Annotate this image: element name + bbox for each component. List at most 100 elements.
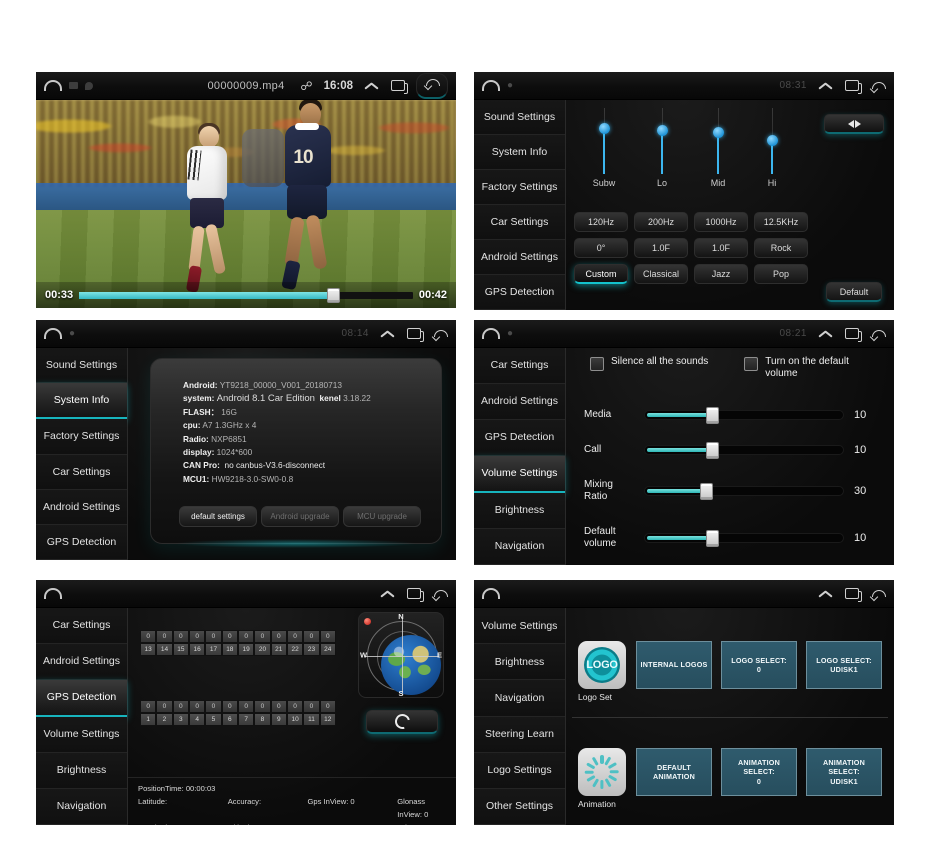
checkbox-box[interactable] — [744, 357, 759, 371]
sidebar-item-volume-settings[interactable]: Volume Settings — [474, 456, 565, 493]
volume-row-default-volume: Default volume 10 — [584, 526, 884, 550]
sidebar-item-volume-settings[interactable]: Volume Settings — [474, 608, 565, 645]
recents-icon[interactable] — [845, 328, 862, 342]
seek-handle[interactable] — [326, 287, 340, 303]
eq-handle[interactable] — [766, 135, 778, 146]
sidebar-item-brightness[interactable]: Brightness — [474, 644, 565, 681]
sidebar-item-android-settings[interactable]: Android Settings — [36, 644, 127, 680]
sidebar-item-car-settings[interactable]: Car Settings — [474, 205, 565, 240]
animation-preview-tile[interactable]: Animation — [578, 748, 626, 809]
animation-select-0-tile[interactable]: ANIMATION SELECT: 0 — [721, 748, 797, 797]
back-button[interactable] — [416, 72, 448, 99]
sidebar-item-factory-settings[interactable]: Factory Settings — [36, 419, 127, 455]
slider-handle[interactable] — [706, 529, 720, 547]
recents-icon[interactable] — [407, 588, 424, 602]
value-button-3[interactable]: 1.0F — [694, 238, 748, 258]
default-animation-tile[interactable]: DEFAULT ANIMATION — [636, 748, 712, 797]
recents-icon[interactable] — [845, 588, 862, 602]
sidebar-item-volume-settings[interactable]: Volume Settings — [36, 717, 127, 753]
sidebar-item-navigation[interactable]: Navigation — [474, 680, 565, 717]
home-icon[interactable] — [482, 588, 500, 599]
back-icon[interactable] — [870, 588, 886, 600]
home-icon[interactable] — [44, 588, 62, 599]
logo-select-udisk1-tile[interactable]: LOGO SELECT: UDISK1 — [806, 641, 882, 690]
chevron-up-icon[interactable] — [818, 81, 834, 91]
sidebar-item-android-settings[interactable]: Android Settings — [474, 384, 565, 420]
freq-button-1[interactable]: 120Hz — [574, 212, 628, 232]
eq-handle[interactable] — [656, 125, 668, 136]
sidebar-item-steering-learn[interactable]: Steering Learn — [474, 716, 565, 753]
chevron-up-icon[interactable] — [380, 589, 396, 599]
home-icon[interactable] — [44, 80, 62, 91]
preset-button-custom[interactable]: Custom — [574, 264, 628, 284]
sidebar-item-navigation[interactable]: Navigation — [474, 529, 565, 565]
video-surface[interactable]: 10 00:33 00:42 — [36, 100, 456, 308]
freq-button-3[interactable]: 1000Hz — [694, 212, 748, 232]
animation-select-udisk1-tile[interactable]: ANIMATION SELECT: UDISK1 — [806, 748, 882, 797]
back-icon[interactable] — [870, 80, 886, 92]
chevron-up-icon[interactable] — [818, 329, 834, 339]
sidebar-item-system-info[interactable]: System Info — [36, 383, 127, 420]
chevron-up-icon[interactable] — [364, 81, 380, 91]
sidebar-item-gps-detection[interactable]: GPS Detection — [36, 524, 127, 560]
home-icon[interactable] — [482, 328, 500, 339]
default-button[interactable]: Default — [826, 282, 882, 302]
freq-button-4[interactable]: 12.5KHz — [754, 212, 808, 232]
slider-handle[interactable] — [706, 407, 720, 425]
back-icon[interactable] — [870, 328, 886, 340]
eq-handle[interactable] — [598, 123, 610, 134]
media-volume-slider[interactable] — [644, 407, 844, 425]
sidebar-item-gps-detection[interactable]: GPS Detection — [36, 680, 127, 717]
checkbox-box[interactable] — [590, 357, 604, 371]
home-icon[interactable] — [44, 328, 62, 339]
recents-icon[interactable] — [845, 80, 862, 94]
back-icon[interactable] — [432, 588, 448, 600]
recents-icon[interactable] — [391, 80, 408, 94]
sidebar-item-logo-settings[interactable]: Logo Settings — [474, 752, 565, 789]
freq-button-2[interactable]: 200Hz — [634, 212, 688, 232]
chevron-up-icon[interactable] — [818, 589, 834, 599]
sidebar-item-car-settings[interactable]: Car Settings — [474, 348, 565, 384]
sidebar-item-brightness[interactable]: Brightness — [474, 493, 565, 529]
value-button-2[interactable]: 1.0F — [634, 238, 688, 258]
sidebar-item-android-settings[interactable]: Android Settings — [474, 240, 565, 275]
recents-icon[interactable] — [407, 328, 424, 342]
back-icon[interactable] — [432, 328, 448, 340]
mixing-ratio-slider[interactable] — [644, 482, 844, 500]
logo-select-0-tile[interactable]: LOGO SELECT: 0 — [721, 641, 797, 690]
value-button-1[interactable]: 0° — [574, 238, 628, 258]
sidebar-item-android-settings[interactable]: Android Settings — [36, 489, 127, 525]
default-settings-button[interactable]: default settings — [179, 506, 257, 527]
seek-slider[interactable] — [79, 287, 413, 303]
android-upgrade-button[interactable]: Android upgrade — [261, 506, 339, 527]
logo-preview-tile[interactable]: LOGO Logo Set — [578, 641, 626, 702]
sidebar-item-brightness[interactable]: Brightness — [36, 753, 127, 789]
default-volume-slider[interactable] — [644, 529, 844, 547]
sidebar-item-car-settings[interactable]: Car Settings — [36, 608, 127, 644]
sidebar-item-sound-settings[interactable]: Sound Settings — [36, 348, 127, 384]
preset-button-jazz[interactable]: Jazz — [694, 264, 748, 284]
chevron-up-icon[interactable] — [380, 329, 396, 339]
balance-button[interactable] — [824, 114, 884, 134]
eq-handle[interactable] — [712, 127, 724, 138]
call-volume-slider[interactable] — [644, 442, 844, 460]
internal-logos-tile[interactable]: INTERNAL LOGOS — [636, 641, 712, 690]
sidebar-item-navigation[interactable]: Navigation — [36, 789, 127, 825]
sidebar-item-gps-detection[interactable]: GPS Detection — [474, 420, 565, 456]
sidebar-item-sound-settings[interactable]: Sound Settings — [474, 100, 565, 135]
slider-handle[interactable] — [706, 442, 720, 460]
home-icon[interactable] — [482, 80, 500, 91]
preset-button-classical[interactable]: Classical — [634, 264, 688, 284]
refresh-button[interactable] — [366, 710, 438, 734]
sidebar-item-car-settings[interactable]: Car Settings — [36, 454, 127, 490]
preset-button-pop[interactable]: Pop — [754, 264, 808, 284]
sidebar-item-factory-settings[interactable]: Factory Settings — [474, 170, 565, 205]
sidebar-item-other-settings[interactable]: Other Settings — [474, 788, 565, 825]
sidebar-item-gps-detection[interactable]: GPS Detection — [474, 275, 565, 310]
slider-handle[interactable] — [700, 482, 714, 500]
mcu-upgrade-button[interactable]: MCU upgrade — [343, 506, 421, 527]
sidebar-item-system-info[interactable]: System Info — [474, 135, 565, 170]
value-button-4[interactable]: Rock — [754, 238, 808, 258]
checkbox-default-volume[interactable]: Turn on the default volume — [744, 356, 870, 380]
checkbox-silence-all[interactable]: Silence all the sounds — [590, 356, 708, 380]
